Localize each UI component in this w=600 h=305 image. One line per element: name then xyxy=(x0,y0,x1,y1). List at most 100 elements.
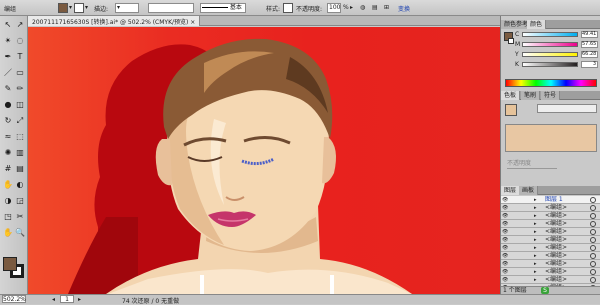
slider-track[interactable] xyxy=(522,42,578,47)
visibility-eye-icon[interactable]: 👁 xyxy=(502,205,508,211)
tab-artboards[interactable]: 画板 xyxy=(519,186,539,195)
scissors-icon[interactable]: ✂ xyxy=(15,212,25,221)
artboard-number[interactable]: 1 xyxy=(60,295,74,303)
layer-row[interactable]: 👁 ▸ 图层 1 xyxy=(501,196,600,204)
opacity-dropdown-icon[interactable]: ▸ xyxy=(350,4,353,11)
target-circle-icon[interactable] xyxy=(590,253,596,259)
target-circle-icon[interactable] xyxy=(590,269,596,275)
target-circle-icon[interactable] xyxy=(590,197,596,203)
opacity-input[interactable]: 100 xyxy=(327,3,341,13)
expand-arrow-icon[interactable]: ▸ xyxy=(534,261,537,267)
visibility-eye-icon[interactable]: 👁 xyxy=(502,221,508,227)
stroke-dropdown-icon[interactable]: ▾ xyxy=(85,4,88,11)
visibility-eye-icon[interactable]: 👁 xyxy=(502,213,508,219)
expand-arrow-icon[interactable]: ▸ xyxy=(534,237,537,243)
stroke-color-swatch[interactable] xyxy=(74,3,84,13)
expand-arrow-icon[interactable]: ▸ xyxy=(534,245,537,251)
tab-brushes[interactable]: 笔刷 xyxy=(521,91,541,100)
variable-width-profile[interactable] xyxy=(148,3,194,13)
artboard-icon[interactable]: ◲ xyxy=(15,196,25,205)
expand-arrow-icon[interactable]: ▸ xyxy=(534,229,537,235)
graphic-style-swatch[interactable] xyxy=(283,3,293,13)
free-transform-icon[interactable]: ⬚ xyxy=(15,132,25,141)
swatch-large[interactable] xyxy=(505,124,597,152)
target-circle-icon[interactable] xyxy=(590,237,596,243)
layer-row[interactable]: 👁 ▸ <编组> xyxy=(501,236,600,244)
expand-arrow-icon[interactable]: ▸ xyxy=(534,277,537,283)
slider-c[interactable]: C 49.41 xyxy=(515,31,599,38)
grid-icon[interactable]: ⊞ xyxy=(384,4,389,11)
stroke-weight-input[interactable]: ▾ xyxy=(115,3,139,13)
target-circle-icon[interactable] xyxy=(590,205,596,211)
type-icon[interactable]: T xyxy=(15,52,25,61)
visibility-eye-icon[interactable]: 👁 xyxy=(502,237,508,243)
target-circle-icon[interactable] xyxy=(590,261,596,267)
slider-k[interactable]: K3 xyxy=(515,61,599,68)
slider-track[interactable] xyxy=(522,32,578,37)
zoom-icon[interactable]: 🔍 xyxy=(15,228,25,237)
visibility-eye-icon[interactable]: 👁 xyxy=(502,229,508,235)
color-spectrum[interactable] xyxy=(505,79,597,87)
slider-y[interactable]: Y 66.28 xyxy=(515,51,599,58)
magic-wand-icon[interactable]: ✴ xyxy=(3,36,13,45)
rectangle-icon[interactable]: ▭ xyxy=(15,68,25,77)
swatch-select[interactable] xyxy=(537,104,597,113)
slider-track[interactable] xyxy=(522,62,578,67)
visibility-eye-icon[interactable]: 👁 xyxy=(502,277,508,283)
paintbrush-icon[interactable]: ✎ xyxy=(3,84,13,93)
tab-symbols[interactable]: 符号 xyxy=(541,91,561,100)
tab-color[interactable]: 颜色 xyxy=(527,20,547,29)
expand-arrow-icon[interactable]: ▸ xyxy=(534,197,537,203)
layer-row[interactable]: 👁 ▸ <编组> xyxy=(501,228,600,236)
layer-row[interactable]: 👁 ▸ <编组> xyxy=(501,260,600,268)
layer-row[interactable]: 👁 ▸ <编组> xyxy=(501,252,600,260)
slider-value-input[interactable]: 66.28 xyxy=(581,51,598,58)
next-artboard-icon[interactable]: ▸ xyxy=(78,296,81,303)
hand-icon[interactable]: ✋ xyxy=(3,228,13,237)
fill-color-swatch[interactable] xyxy=(58,3,68,13)
scale-icon[interactable]: ⤢ xyxy=(15,116,25,125)
swatch-preview[interactable] xyxy=(505,104,517,116)
warp-icon[interactable]: ≈ xyxy=(3,132,13,141)
expand-arrow-icon[interactable]: ▸ xyxy=(534,213,537,219)
tab-swatches[interactable]: 色板 xyxy=(501,91,521,100)
target-circle-icon[interactable] xyxy=(590,245,596,251)
blend-icon[interactable]: ◐ xyxy=(15,180,25,189)
layer-row[interactable]: 👁 ▸ <编组> xyxy=(501,212,600,220)
mesh-icon[interactable]: # xyxy=(3,164,13,173)
visibility-eye-icon[interactable]: 👁 xyxy=(502,197,508,203)
zoom-select[interactable]: 502.2% xyxy=(2,295,26,303)
visibility-eye-icon[interactable]: 👁 xyxy=(502,269,508,275)
fill-dropdown-icon[interactable]: ▾ xyxy=(69,4,72,11)
live-paint-icon[interactable]: ◑ xyxy=(3,196,13,205)
graph-icon[interactable]: ▥ xyxy=(15,148,25,157)
align-icon[interactable]: ▤ xyxy=(372,4,378,11)
layer-row[interactable]: 👁 ▸ <编组> xyxy=(501,268,600,276)
layer-row[interactable]: 👁 ▸ <编组> xyxy=(501,276,600,284)
slider-value-input[interactable]: 49.41 xyxy=(581,31,598,38)
visibility-eye-icon[interactable]: 👁 xyxy=(502,253,508,259)
expand-arrow-icon[interactable]: ▸ xyxy=(534,205,537,211)
layer-row[interactable]: 👁 ▸ <编组> xyxy=(501,204,600,212)
recolor-artwork-icon[interactable]: ◍ xyxy=(360,4,365,11)
selection-icon[interactable]: ↖ xyxy=(3,20,13,29)
slider-m[interactable]: M 57.65 xyxy=(515,41,599,48)
slider-value-input[interactable]: 57.65 xyxy=(581,41,598,48)
layer-row[interactable]: 👁 ▸ <编组> xyxy=(501,220,600,228)
target-circle-icon[interactable] xyxy=(590,221,596,227)
gradient-icon[interactable]: ▤ xyxy=(15,164,25,173)
close-tab-icon[interactable]: × xyxy=(190,19,195,26)
document-tab[interactable]: 20071117165630S [转换].ai* @ 502.2% (CMYK/… xyxy=(28,16,201,26)
expand-arrow-icon[interactable]: ▸ xyxy=(534,269,537,275)
pen-icon[interactable]: ✒ xyxy=(3,52,13,61)
eraser-icon[interactable]: ◫ xyxy=(15,100,25,109)
rotate-icon[interactable]: ↻ xyxy=(3,116,13,125)
opacity-label[interactable]: 不透明度: xyxy=(296,4,322,13)
blob-brush-icon[interactable]: ● xyxy=(3,100,13,109)
fill-swatch[interactable] xyxy=(3,257,17,271)
transform-link[interactable]: 变换 xyxy=(398,4,410,13)
lasso-icon[interactable]: ◌ xyxy=(15,36,25,45)
slice-icon[interactable]: ◳ xyxy=(3,212,13,221)
brush-definition-select[interactable]: 基本 xyxy=(200,3,246,13)
prev-artboard-icon[interactable]: ◂ xyxy=(52,296,55,303)
